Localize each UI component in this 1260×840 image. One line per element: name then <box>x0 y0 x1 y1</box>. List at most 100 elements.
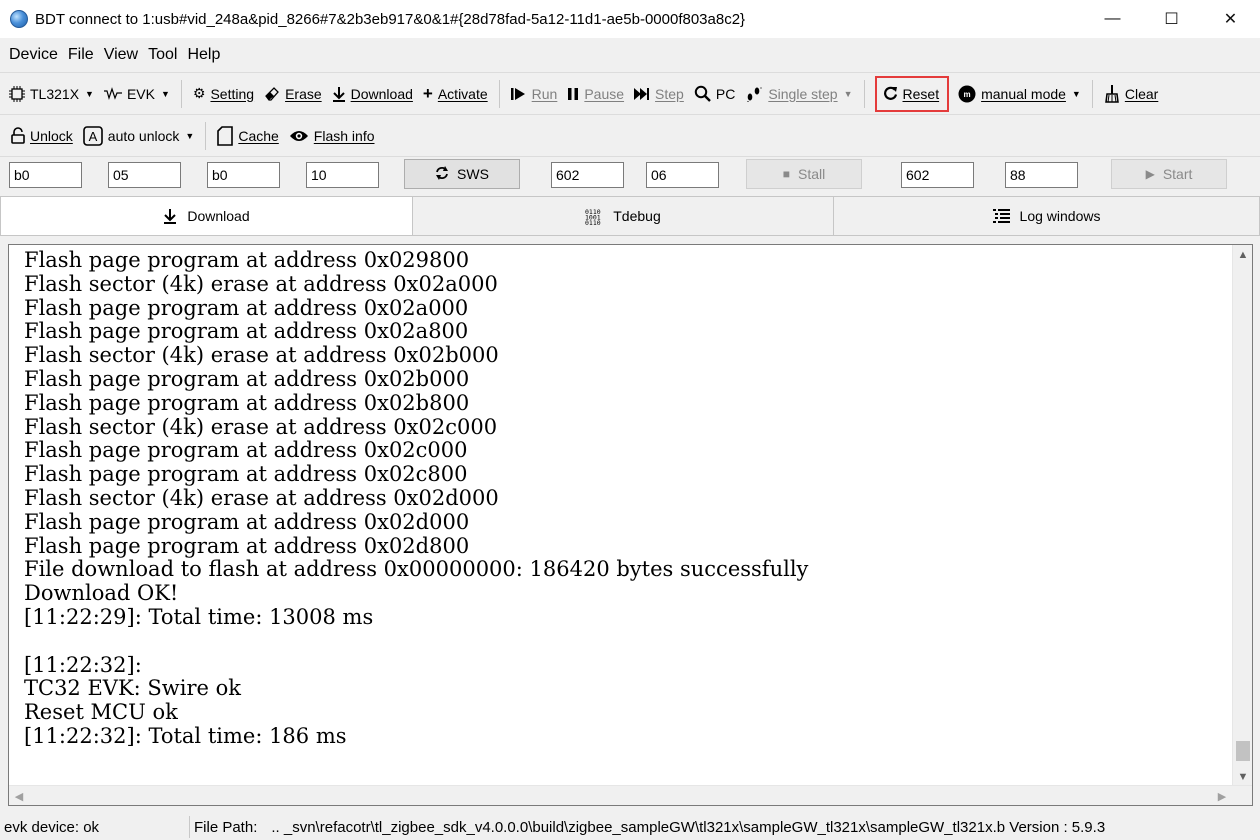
step-icon <box>634 87 650 101</box>
stall-label: Stall <box>798 166 826 182</box>
menu-help[interactable]: Help <box>182 46 225 64</box>
download-button[interactable]: Download <box>327 78 418 110</box>
toolbar-separator <box>205 121 207 150</box>
main-toolbar: TL321X ▼ EVK ▼ ⚙ Setting Erase Download … <box>0 72 1260 114</box>
evk-select-dropdown[interactable]: EVK ▼ <box>99 78 175 110</box>
stall-button[interactable]: ■ Stall <box>746 159 862 189</box>
register-field-5[interactable] <box>551 162 624 188</box>
register-field-3[interactable] <box>207 162 280 188</box>
chevron-down-icon: ▼ <box>85 88 94 99</box>
tab-log-windows[interactable]: Log windows <box>834 196 1260 236</box>
status-bar: evk device: ok File Path: .. _svn\refacot… <box>0 814 1260 840</box>
stop-square-icon: ■ <box>782 167 790 181</box>
auto-unlock-dropdown[interactable]: A auto unlock ▼ <box>78 120 200 152</box>
reset-label: Reset <box>902 85 940 102</box>
activate-button[interactable]: + Activate <box>418 78 493 110</box>
register-field-8[interactable] <box>1005 162 1078 188</box>
mode-label: manual mode <box>981 85 1066 102</box>
scroll-down-icon[interactable]: ▼ <box>1233 767 1252 787</box>
setting-button[interactable]: ⚙ Setting <box>188 78 259 110</box>
broom-icon <box>1104 84 1120 103</box>
vertical-scroll-thumb[interactable] <box>1236 741 1250 761</box>
run-label: Run <box>531 85 558 102</box>
refresh-icon <box>435 165 449 183</box>
tab-download-label: Download <box>187 208 250 224</box>
sws-button[interactable]: SWS <box>404 159 520 189</box>
mode-dropdown[interactable]: m manual mode ▼ <box>953 78 1086 110</box>
memory-card-icon <box>217 125 234 146</box>
footsteps-icon <box>745 86 763 102</box>
file-path-value: .. _svn\refacotr\tl_zigbee_sdk_v4.0.0.0\… <box>271 818 1006 836</box>
pause-button[interactable]: Pause <box>562 78 629 110</box>
chevron-down-icon: ▼ <box>1071 88 1081 99</box>
tab-log-windows-label: Log windows <box>1019 208 1101 224</box>
pause-icon <box>567 87 579 101</box>
step-label: Step <box>655 85 684 102</box>
run-button[interactable]: Run <box>506 78 563 110</box>
vertical-scrollbar[interactable]: ▲ ▼ <box>1232 245 1252 787</box>
chevron-down-icon: ▼ <box>185 130 195 141</box>
menu-file[interactable]: File <box>63 46 99 64</box>
horizontal-scrollbar[interactable]: ◀ ▶ <box>9 785 1252 805</box>
unlock-label: Unlock <box>30 127 73 144</box>
tab-download[interactable]: Download <box>0 196 413 236</box>
start-label: Start <box>1162 166 1193 182</box>
step-button[interactable]: Step <box>629 78 689 110</box>
device-status: evk device: ok <box>0 816 190 838</box>
list-icon <box>992 208 1010 224</box>
menu-tool[interactable]: Tool <box>143 46 182 64</box>
svg-text:0110: 0110 <box>585 219 601 225</box>
unlock-icon <box>11 127 25 144</box>
main-tabs: Download 0110 1001 0110 Tdebug Log windows <box>0 196 1260 236</box>
pc-button[interactable]: PC <box>689 78 740 110</box>
reset-icon <box>883 86 898 101</box>
play-icon: ▶ <box>1145 167 1155 181</box>
log-output-panel[interactable]: Flash page program at address 0x029800 F… <box>8 244 1253 806</box>
register-field-1[interactable] <box>9 162 82 188</box>
cache-button[interactable]: Cache <box>212 120 283 152</box>
sws-label: SWS <box>457 166 489 182</box>
maximize-button[interactable]: ☐ <box>1142 0 1201 38</box>
setting-label: Setting <box>210 85 255 102</box>
start-button[interactable]: ▶ Start <box>1111 159 1227 189</box>
evk-label: EVK <box>126 85 155 102</box>
register-field-2[interactable] <box>108 162 181 188</box>
chevron-down-icon: ▼ <box>160 88 170 99</box>
register-field-7[interactable] <box>901 162 974 188</box>
chevron-down-icon: ▼ <box>843 88 853 99</box>
toolbar-separator <box>498 79 500 108</box>
close-button[interactable]: ✕ <box>1201 0 1260 38</box>
minimize-button[interactable]: — <box>1083 0 1142 38</box>
clear-button[interactable]: Clear <box>1099 78 1163 110</box>
single-step-dropdown[interactable]: Single step ▼ <box>740 78 857 110</box>
single-step-label: Single step <box>768 85 838 102</box>
register-field-4[interactable] <box>306 162 379 188</box>
reset-button[interactable]: Reset <box>874 75 950 112</box>
toolbar-separator <box>180 79 182 108</box>
title-bar: BDT connect to 1:usb#vid_248a&pid_8266#7… <box>0 0 1260 38</box>
file-path-status: File Path: .. _svn\refacotr\tl_zigbee_sdk… <box>190 819 1105 836</box>
scroll-left-icon[interactable]: ◀ <box>9 786 29 805</box>
flash-info-button[interactable]: Flash info <box>284 120 380 152</box>
waveform-icon <box>103 86 122 101</box>
chip-icon <box>9 85 25 102</box>
erase-button[interactable]: Erase <box>259 78 327 110</box>
unlock-button[interactable]: Unlock <box>6 120 78 152</box>
cache-label: Cache <box>238 127 279 144</box>
menu-view[interactable]: View <box>99 46 143 64</box>
plus-icon: + <box>422 83 433 103</box>
scroll-right-icon[interactable]: ▶ <box>1212 786 1232 805</box>
tab-tdebug[interactable]: 0110 1001 0110 Tdebug <box>413 196 834 236</box>
download-label: Download <box>350 85 413 102</box>
log-output-text: Flash page program at address 0x029800 F… <box>24 248 809 748</box>
auto-unlock-label: auto unlock <box>107 127 180 144</box>
register-field-6[interactable] <box>646 162 719 188</box>
scroll-up-icon[interactable]: ▲ <box>1233 245 1252 265</box>
window-title: BDT connect to 1:usb#vid_248a&pid_8266#7… <box>35 10 746 28</box>
chip-select-dropdown[interactable]: TL321X ▼ <box>4 78 99 110</box>
window-controls: — ☐ ✕ <box>1083 0 1260 38</box>
version-label: Version : 5.9.3 <box>1009 818 1106 836</box>
download-arrow-icon <box>332 86 346 102</box>
menu-device[interactable]: Device <box>4 46 63 64</box>
run-icon <box>510 87 527 101</box>
